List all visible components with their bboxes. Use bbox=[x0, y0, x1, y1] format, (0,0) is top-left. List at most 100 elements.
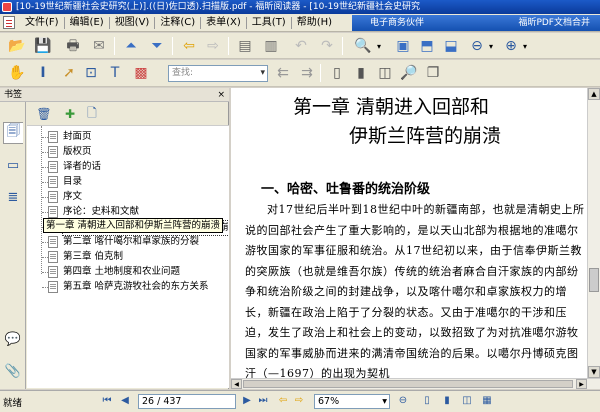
forward-view-icon[interactable]: ⇨ bbox=[292, 394, 306, 408]
back-view-icon[interactable]: ⇦ bbox=[276, 394, 290, 408]
zoom-out-button[interactable]: ⊖ bbox=[466, 35, 488, 57]
bookmark-item[interactable]: 第三章 伯克制 bbox=[35, 250, 225, 264]
tab-bookmarks[interactable]: 🗐 bbox=[3, 122, 23, 144]
menu-comment[interactable]: 注释(C) bbox=[155, 14, 200, 32]
scroll-up-icon[interactable]: ▲ bbox=[588, 88, 600, 100]
redo-button[interactable]: ↷ bbox=[316, 35, 338, 57]
zoom-out-dropdown[interactable]: ▾ bbox=[486, 35, 496, 57]
single-page-button[interactable]: ▯ bbox=[326, 62, 348, 84]
continuous-view-icon[interactable]: ▮ bbox=[440, 394, 454, 408]
delete-bookmark-button[interactable]: 🗑 bbox=[35, 105, 53, 123]
rotate-button[interactable]: ⬓ bbox=[440, 35, 462, 57]
continuous-facing-view-icon[interactable]: ▦ bbox=[480, 394, 494, 408]
prev-page-icon[interactable]: ◀ bbox=[118, 394, 132, 408]
scroll-thumb[interactable] bbox=[243, 380, 573, 388]
image-button[interactable]: ▩ bbox=[130, 62, 152, 84]
menu-edit[interactable]: 编辑(E) bbox=[65, 14, 109, 32]
scroll-right-icon[interactable]: ▶ bbox=[576, 379, 587, 389]
find-button[interactable]: 🔎 bbox=[398, 62, 420, 84]
bookmark-label[interactable]: 第四章 土地制度和农业问题 bbox=[62, 265, 181, 279]
extract-button[interactable]: ▤ bbox=[234, 35, 256, 57]
bookmark-page-icon bbox=[48, 236, 58, 248]
last-page-icon[interactable]: ⏭ bbox=[256, 394, 270, 408]
bookmark-label[interactable]: 封面页 bbox=[62, 130, 93, 144]
undo-button[interactable]: ↶ bbox=[290, 35, 312, 57]
facing-button[interactable]: ◫ bbox=[374, 62, 396, 84]
ad-left-text[interactable]: 电子商务伙伴 bbox=[370, 15, 424, 31]
open-button[interactable]: 📂 bbox=[6, 35, 28, 57]
bookmark-item[interactable]: 序论：史料和文献 bbox=[35, 205, 225, 219]
bookmark-item[interactable]: 第四章 土地制度和农业问题 bbox=[35, 265, 225, 279]
zoom-plus-dropdown[interactable]: ▾ bbox=[520, 35, 530, 57]
search-prev-button[interactable]: ⇇ bbox=[272, 62, 294, 84]
hand-tool-button[interactable]: ✋ bbox=[6, 62, 28, 84]
print-button[interactable]: 🖶 bbox=[62, 35, 84, 57]
bookmark-item[interactable]: 译者的话 bbox=[35, 160, 225, 174]
menu-tools[interactable]: 工具(T) bbox=[247, 14, 291, 32]
facing-view-icon[interactable]: ◫ bbox=[460, 394, 474, 408]
zoom-plus-button[interactable]: ⊕ bbox=[500, 35, 522, 57]
zoom-out-icon[interactable]: ⊖ bbox=[396, 394, 410, 408]
scroll-left-icon[interactable]: ◀ bbox=[231, 379, 242, 389]
bookmark-label[interactable]: 第三章 伯克制 bbox=[62, 250, 124, 264]
menu-view[interactable]: 视图(V) bbox=[110, 14, 155, 32]
fit-page-button[interactable]: ▣ bbox=[392, 35, 414, 57]
bookmark-label[interactable]: 序文 bbox=[62, 190, 83, 204]
document-menu-icon[interactable] bbox=[3, 16, 15, 29]
select-text-button[interactable]: I bbox=[32, 62, 54, 84]
tab-layers[interactable]: ≣ bbox=[3, 186, 23, 208]
bookmark-label[interactable]: 第二章 喀什噶尔和卓家族的分裂 bbox=[62, 235, 200, 249]
fit-width-button[interactable]: ⬒ bbox=[416, 35, 438, 57]
bookmark-item[interactable]: 第五章 哈萨克游牧社会的东方关系 bbox=[35, 280, 225, 294]
email-button[interactable]: ✉ bbox=[88, 35, 110, 57]
bookmark-label[interactable]: 第五章 哈萨克游牧社会的东方关系 bbox=[62, 280, 210, 294]
prev-page-button[interactable]: ⏶ bbox=[120, 35, 142, 57]
bookmark-item[interactable]: 目录 bbox=[35, 175, 225, 189]
back-button[interactable]: ⇦ bbox=[178, 35, 200, 57]
insert-button[interactable]: ▥ bbox=[260, 35, 282, 57]
tab-pages[interactable]: ▭ bbox=[3, 154, 23, 176]
ad-banner[interactable]: 电子商务伙伴 福昕PDF文档合并 bbox=[352, 15, 600, 31]
document-view[interactable]: 第一章 清朝进入回部和 伊斯兰阵营的崩溃 一、哈密、吐鲁番的统治阶级 对17世纪… bbox=[231, 88, 587, 378]
page-number-field[interactable]: 26 / 437 bbox=[138, 394, 236, 409]
bookmark-item[interactable]: 封面页 bbox=[35, 130, 225, 144]
snapshot-button[interactable]: ⊡ bbox=[80, 62, 102, 84]
select-button[interactable]: ➚ bbox=[58, 62, 80, 84]
zoom-dropdown[interactable]: ▾ bbox=[374, 35, 384, 57]
next-page-button[interactable]: ⏷ bbox=[146, 35, 168, 57]
zoom-field[interactable]: 67% bbox=[314, 394, 390, 409]
menu-help[interactable]: 帮助(H) bbox=[292, 14, 337, 32]
horizontal-scrollbar[interactable]: ◀ ▶ bbox=[231, 378, 600, 389]
add-bookmark-button[interactable]: ✚ bbox=[61, 105, 79, 123]
forward-button[interactable]: ⇨ bbox=[202, 35, 224, 57]
ad-right-text[interactable]: 福昕PDF文档合并 bbox=[518, 15, 590, 31]
tab-comments[interactable]: 💬 bbox=[3, 328, 23, 350]
typewriter-button[interactable]: T bbox=[104, 62, 126, 84]
bookmark-page-icon bbox=[48, 161, 58, 173]
scroll-thumb[interactable] bbox=[589, 268, 599, 292]
search-input[interactable]: 查找: bbox=[168, 65, 268, 82]
zoom-in-button[interactable]: 🔍 bbox=[352, 35, 374, 57]
vertical-scrollbar[interactable]: ▲ ▼ bbox=[587, 88, 600, 378]
continuous-button[interactable]: ▮ bbox=[350, 62, 372, 84]
save-button[interactable]: 💾 bbox=[32, 35, 54, 57]
bookmark-properties-button[interactable]: 🗋 bbox=[83, 105, 101, 123]
scroll-down-icon[interactable]: ▼ bbox=[588, 366, 600, 378]
bookmark-label[interactable]: 目录 bbox=[62, 175, 83, 189]
bookmark-item[interactable]: 序文 bbox=[35, 190, 225, 204]
first-page-icon[interactable]: ⏮ bbox=[100, 394, 114, 408]
tab-attachments[interactable]: 📎 bbox=[3, 360, 23, 382]
search-next-button[interactable]: ⇉ bbox=[296, 62, 318, 84]
mark-button[interactable]: ❐ bbox=[422, 62, 444, 84]
bookmark-label[interactable]: 译者的话 bbox=[62, 160, 102, 174]
menu-form[interactable]: 表单(X) bbox=[201, 14, 246, 32]
next-page-icon[interactable]: ▶ bbox=[240, 394, 254, 408]
bookmark-item[interactable]: 第二章 喀什噶尔和卓家族的分裂 bbox=[35, 235, 225, 249]
single-page-view-icon[interactable]: ▯ bbox=[420, 394, 434, 408]
status-bar: 就绪 ⏮ ◀ 26 / 437 ▶ ⏭ ⇦ ⇨ 67% ⊖ ▯ ▮ ◫ ▦ bbox=[0, 390, 600, 412]
menu-file[interactable]: 文件(F) bbox=[20, 14, 64, 32]
bookmark-item[interactable]: 版权页 bbox=[35, 145, 225, 159]
bookmark-label[interactable]: 版权页 bbox=[62, 145, 93, 159]
close-icon[interactable]: × bbox=[217, 88, 225, 102]
bookmark-label[interactable]: 序论：史料和文献 bbox=[62, 205, 140, 219]
